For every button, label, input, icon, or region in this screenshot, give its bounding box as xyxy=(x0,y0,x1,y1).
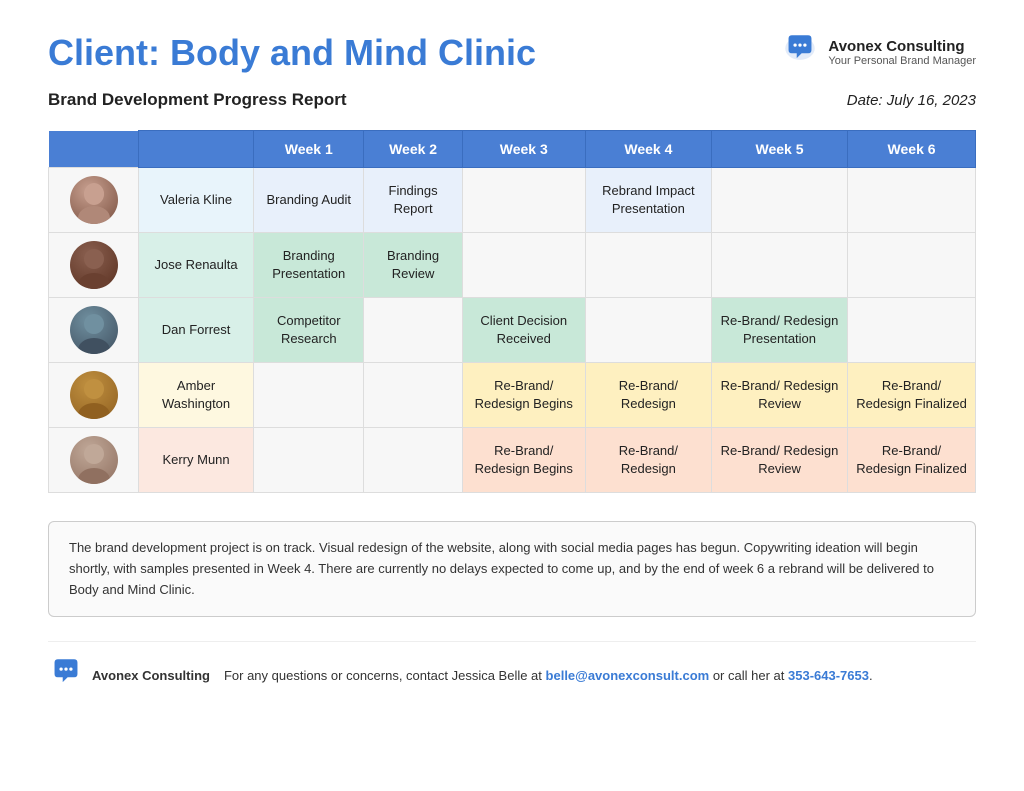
task-valeria-w2: Findings Report xyxy=(364,168,462,233)
task-dan-w1: Competitor Research xyxy=(254,298,364,363)
footer-logo-icon xyxy=(48,656,84,695)
task-valeria-w1: Branding Audit xyxy=(254,168,364,233)
task-valeria-w4: Rebrand Impact Presentation xyxy=(585,168,711,233)
table-row: Dan Forrest Competitor Research Client D… xyxy=(49,298,976,363)
task-dan-w3: Client Decision Received xyxy=(462,298,585,363)
table-row: Amber Washington Re-Brand/ Redesign Begi… xyxy=(49,363,976,428)
task-amber-w6: Re-Brand/ Redesign Finalized xyxy=(848,363,976,428)
name-jose: Jose Renaulta xyxy=(139,233,254,298)
task-kerry-w5: Re-Brand/ Redesign Review xyxy=(711,428,847,493)
page-header: Client: Body and Mind Clinic Avonex Cons… xyxy=(48,32,976,74)
task-valeria-w6 xyxy=(848,168,976,233)
footer-email[interactable]: belle@avonexconsult.com xyxy=(546,668,710,683)
avatar-dan xyxy=(49,298,139,363)
avatar-valeria xyxy=(49,168,139,233)
task-jose-w1: Branding Presentation xyxy=(254,233,364,298)
footer-phone-text: or call her at xyxy=(713,668,785,683)
task-jose-w5 xyxy=(711,233,847,298)
task-amber-w5: Re-Brand/ Redesign Review xyxy=(711,363,847,428)
page-title: Client: Body and Mind Clinic xyxy=(48,32,536,74)
task-jose-w2: Branding Review xyxy=(364,233,462,298)
name-dan: Dan Forrest xyxy=(139,298,254,363)
task-kerry-w2 xyxy=(364,428,462,493)
task-kerry-w3: Re-Brand/ Redesign Begins xyxy=(462,428,585,493)
col-header-week5: Week 5 xyxy=(711,131,847,168)
task-jose-w3 xyxy=(462,233,585,298)
footer-contact: For any questions or concerns, contact J… xyxy=(224,668,873,683)
task-dan-w6 xyxy=(848,298,976,363)
task-amber-w4: Re-Brand/ Redesign xyxy=(585,363,711,428)
task-amber-w3: Re-Brand/ Redesign Begins xyxy=(462,363,585,428)
avatar-kerry xyxy=(49,428,139,493)
brand-logo-text: Avonex Consulting Your Personal Brand Ma… xyxy=(828,38,976,67)
title-static: Client: xyxy=(48,32,160,73)
footer: Avonex Consulting For any questions or c… xyxy=(48,641,976,695)
col-header-week4: Week 4 xyxy=(585,131,711,168)
task-valeria-w5 xyxy=(711,168,847,233)
name-amber: Amber Washington xyxy=(139,363,254,428)
task-kerry-w1 xyxy=(254,428,364,493)
date-label: Date: July 16, 2023 xyxy=(847,92,976,109)
col-header-week2: Week 2 xyxy=(364,131,462,168)
footer-phone[interactable]: 353-643-7653 xyxy=(788,668,869,683)
title-blue: Body and Mind Clinic xyxy=(170,32,536,73)
table-row: Valeria Kline Branding Audit Findings Re… xyxy=(49,168,976,233)
footer-brand: Avonex Consulting xyxy=(48,656,210,695)
table-row: Kerry Munn Re-Brand/ Redesign Begins Re-… xyxy=(49,428,976,493)
col-header-avatar xyxy=(49,131,139,168)
col-header-name xyxy=(139,131,254,168)
task-amber-w1 xyxy=(254,363,364,428)
logo-icon xyxy=(782,32,818,73)
schedule-table: Week 1 Week 2 Week 3 Week 4 Week 5 Week … xyxy=(48,130,976,493)
name-valeria: Valeria Kline xyxy=(139,168,254,233)
footer-contact-text: For any questions or concerns, contact J… xyxy=(224,668,542,683)
task-valeria-w3 xyxy=(462,168,585,233)
task-dan-w2 xyxy=(364,298,462,363)
avatar-jose xyxy=(49,233,139,298)
brand-logo: Avonex Consulting Your Personal Brand Ma… xyxy=(782,32,976,73)
notes-text: The brand development project is on trac… xyxy=(69,540,934,597)
task-jose-w4 xyxy=(585,233,711,298)
avatar-amber xyxy=(49,363,139,428)
notes-box: The brand development project is on trac… xyxy=(48,521,976,617)
col-header-week3: Week 3 xyxy=(462,131,585,168)
task-dan-w5: Re-Brand/ Redesign Presentation xyxy=(711,298,847,363)
table-row: Jose Renaulta Branding Presentation Bran… xyxy=(49,233,976,298)
task-amber-w2 xyxy=(364,363,462,428)
task-kerry-w4: Re-Brand/ Redesign xyxy=(585,428,711,493)
task-dan-w4 xyxy=(585,298,711,363)
subheader: Brand Development Progress Report Date: … xyxy=(48,90,976,110)
col-header-week1: Week 1 xyxy=(254,131,364,168)
footer-brand-name: Avonex Consulting xyxy=(92,668,210,683)
task-kerry-w6: Re-Brand/ Redesign Finalized xyxy=(848,428,976,493)
name-kerry: Kerry Munn xyxy=(139,428,254,493)
col-header-week6: Week 6 xyxy=(848,131,976,168)
task-jose-w6 xyxy=(848,233,976,298)
report-title: Brand Development Progress Report xyxy=(48,90,347,110)
